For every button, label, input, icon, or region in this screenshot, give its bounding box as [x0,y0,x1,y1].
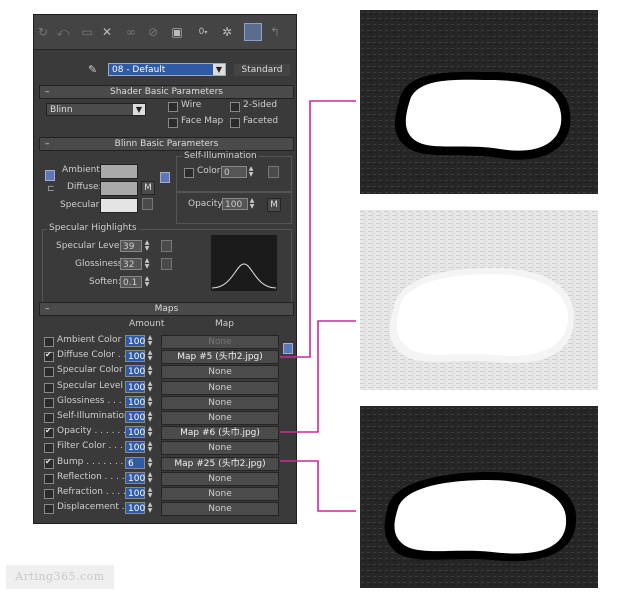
opacity-connector-line [280,320,356,433]
bump-connector-line [280,460,356,512]
diffuse-texture-image [360,10,598,194]
opacity-texture-image [360,210,598,390]
bump-texture-art [360,406,598,588]
diffuse-connector-line [280,100,356,358]
bump-texture-image [360,406,598,588]
opacity-texture-art [360,210,598,390]
diffuse-texture-art [360,10,598,194]
watermark: Arting365.com [6,565,114,589]
